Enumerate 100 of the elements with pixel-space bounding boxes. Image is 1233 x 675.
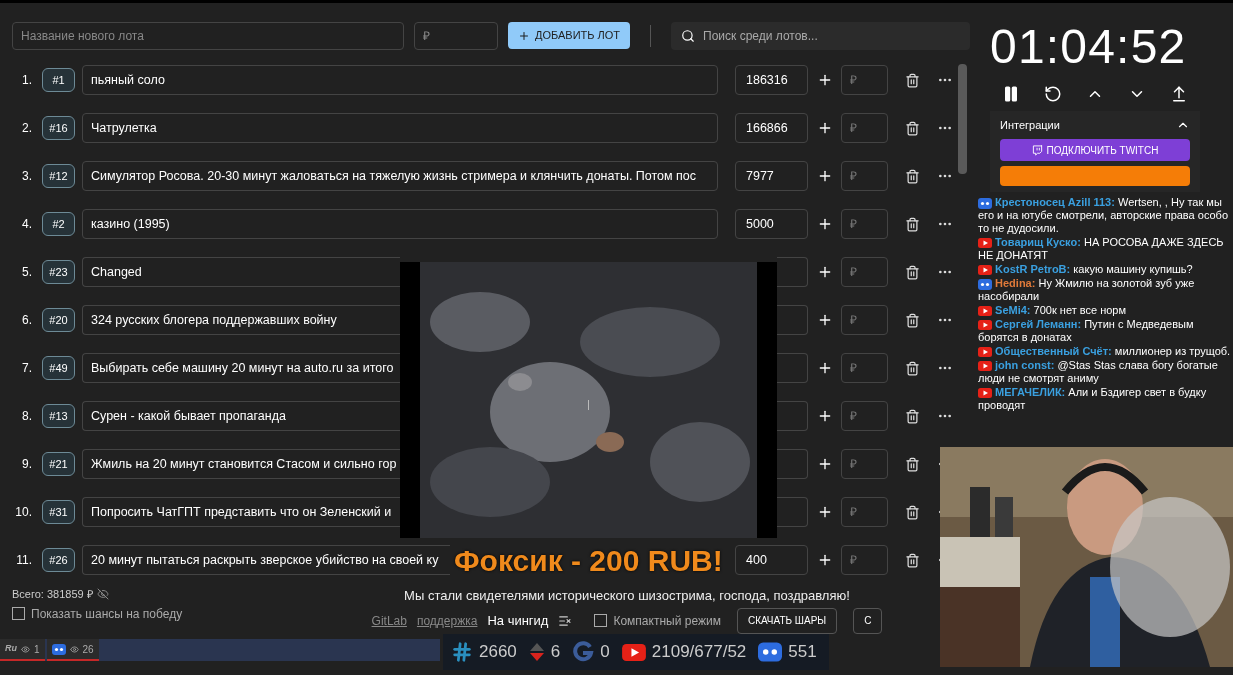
lot-name-field[interactable]: 324 русских блогера поддержавших войну — [82, 305, 400, 335]
clear-list-icon[interactable] — [558, 613, 573, 628]
add-amount-field[interactable]: ₽ — [841, 497, 888, 527]
delete-icon[interactable] — [905, 168, 920, 184]
lot-number: 6. — [21, 312, 33, 329]
delete-icon[interactable] — [905, 216, 920, 232]
chat-message: john const: @Stas Stas слава богу богатые люди не смотрят аниму — [978, 359, 1219, 385]
eye-icon — [21, 644, 30, 654]
lot-name-field[interactable]: Симулятор Росова. 20-30 минут жаловаться на тяжелую жизнь стримера и клянчить донаты. Потом пос — [82, 161, 718, 191]
timer-display: 01:04:52 — [990, 23, 1188, 71]
footer-button[interactable]: С — [853, 607, 883, 634]
add-amount-field[interactable]: ₽ — [841, 113, 888, 143]
add-amount-field[interactable]: ₽ — [841, 305, 888, 335]
add-lot-button[interactable]: ДОБАВИТЬ ЛОТ — [508, 22, 631, 49]
lot-amount-field[interactable]: 400 — [735, 545, 808, 575]
eye-icon — [69, 644, 79, 654]
compact-mode-label[interactable]: Компактный режим — [613, 611, 721, 630]
lot-name-field[interactable]: Название нового лота — [12, 21, 404, 50]
lot-number: 4. — [21, 216, 33, 233]
hash-icon — [451, 641, 473, 663]
lot-amount-field[interactable]: 186316 — [735, 65, 808, 95]
add-amount-field[interactable]: ₽ — [841, 401, 888, 431]
lot-number: 8. — [21, 408, 33, 425]
plus-icon[interactable] — [817, 168, 833, 184]
lot-number: 10. — [14, 504, 33, 521]
lot-name-field[interactable]: пьяный соло — [82, 65, 718, 95]
add-amount-field[interactable]: ₽ — [841, 449, 888, 479]
lot-name-field[interactable]: 20 минут пытаться раскрыть зверское убийство на своей ку — [82, 545, 450, 575]
plus-icon[interactable] — [817, 504, 833, 520]
lot-amount-field[interactable]: 166866 — [735, 113, 808, 143]
footer-link[interactable]: поддержка — [416, 611, 478, 630]
lot-id-tag: #20 — [42, 308, 75, 332]
stat-value: 6 — [550, 641, 561, 664]
checkbox[interactable] — [594, 614, 608, 627]
lot-amount-field[interactable]: 7977 — [735, 161, 808, 191]
show-chances-label[interactable]: Показать шансы на победу — [31, 604, 183, 623]
delete-icon[interactable] — [905, 312, 920, 328]
plus-icon[interactable] — [817, 408, 833, 424]
add-amount-field[interactable]: ₽ — [841, 209, 888, 239]
plus-icon[interactable] — [817, 552, 833, 568]
plus-icon[interactable] — [817, 312, 833, 328]
total-label: Всего: 381859 ₽ — [12, 587, 93, 602]
integrations-title: Интеграции — [1000, 117, 1060, 133]
pause-icon[interactable] — [1002, 85, 1020, 103]
vk-logo-icon — [758, 642, 783, 662]
footer-button[interactable]: СКАЧАТЬ ШАРЫ — [736, 607, 838, 634]
play-logo-icon — [978, 347, 992, 358]
lot-name-field[interactable]: Сурен - какой бывает пропаганда — [82, 401, 400, 431]
delete-icon[interactable] — [905, 360, 920, 376]
viewer-number: 1 — [34, 642, 40, 657]
plus-icon[interactable] — [817, 120, 833, 136]
checkbox[interactable] — [12, 607, 25, 620]
delete-icon[interactable] — [905, 120, 920, 136]
lot-number: 5. — [21, 264, 33, 281]
add-amount-field[interactable]: ₽ — [841, 353, 888, 383]
chat-bubble-icon — [1031, 144, 1043, 156]
lot-name-field[interactable]: Выбирать себе машину 20 минут на auto.ru за итого — [82, 353, 400, 383]
amount-field[interactable]: ₽ — [414, 21, 498, 50]
delete-icon[interactable] — [905, 456, 920, 472]
lot-name-field[interactable]: казино (1995) — [82, 209, 718, 239]
add-amount-field[interactable]: ₽ — [841, 161, 888, 191]
scrollbar[interactable] — [958, 64, 967, 174]
vk-logo-icon — [978, 278, 992, 290]
lot-id-tag: #31 — [42, 500, 75, 524]
connect-button[interactable]: ПОДКЛЮЧИТЬ TWITCH — [1000, 139, 1190, 161]
lot-id-tag: #1 — [42, 68, 75, 92]
lot-name-field[interactable]: Попросить ЧатГПТ представить что он Зеленский и — [82, 497, 400, 527]
reset-icon[interactable] — [1044, 85, 1062, 103]
lot-amount-field[interactable]: 5000 — [735, 209, 808, 239]
delete-icon[interactable] — [905, 504, 920, 520]
hidden-eye-icon[interactable] — [96, 588, 109, 601]
plus-icon[interactable] — [817, 456, 833, 472]
stat-value: 551 — [788, 641, 817, 664]
lot-id-tag: #23 — [42, 260, 75, 284]
eject-icon[interactable] — [1170, 85, 1188, 103]
up-down-triangle-icon — [528, 642, 545, 662]
lot-name-field[interactable]: Changed — [82, 257, 400, 287]
plus-icon[interactable] — [817, 216, 833, 232]
plus-icon[interactable] — [817, 72, 833, 88]
lot-name-field[interactable]: Чатрулетка — [82, 113, 718, 143]
play-logo-icon — [978, 388, 992, 399]
add-amount-field[interactable]: ₽ — [841, 257, 888, 287]
delete-icon[interactable] — [905, 408, 920, 424]
delete-icon[interactable] — [905, 552, 920, 568]
caption-text: На чингид — [487, 611, 549, 630]
search-field[interactable]: Поиск среди лотов... — [671, 21, 971, 50]
lot-id-tag: #2 — [42, 212, 75, 236]
lot-id-tag: #12 — [42, 164, 75, 188]
add-amount-field[interactable]: ₽ — [841, 65, 888, 95]
delete-icon[interactable] — [905, 72, 920, 88]
lot-name-field[interactable]: Жмиль на 20 минут становится Стасом и сильно гор — [82, 449, 400, 479]
footer-link[interactable]: GitLab — [371, 611, 407, 630]
plus-icon[interactable] — [817, 360, 833, 376]
add-amount-field[interactable]: ₽ — [841, 545, 888, 575]
delete-icon[interactable] — [905, 264, 920, 280]
plus-icon[interactable] — [817, 264, 833, 280]
site-label: Ru — [5, 642, 17, 656]
g-logo-icon — [572, 641, 595, 663]
play-logo-icon — [621, 643, 646, 661]
play-logo-icon — [978, 320, 992, 331]
